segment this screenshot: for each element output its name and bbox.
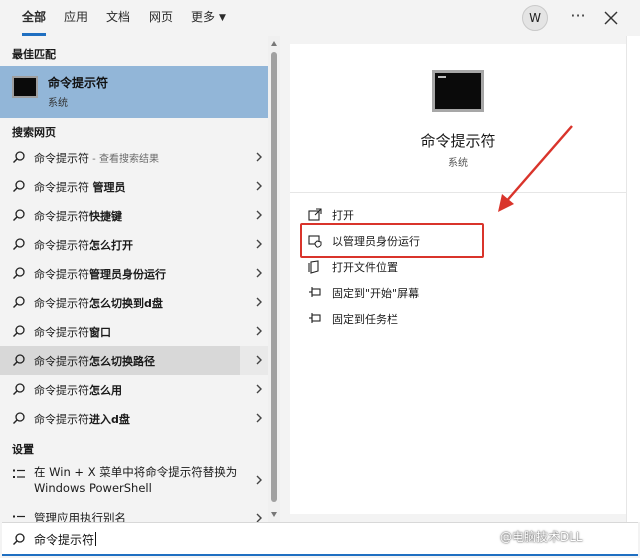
web-result-item[interactable]: 命令提示符进入d盘 [0,404,268,433]
action-open-file-location[interactable]: 打开文件位置 [306,255,606,279]
search-icon [13,296,25,308]
search-icon [13,383,25,395]
preview-pane: 命令提示符 系统 打开 以管理员身份运行 打开文件位置 固定到"开始"屏幕 固定… [290,44,626,514]
best-match-heading: 最佳匹配 [12,48,56,61]
web-result-item[interactable]: 命令提示符快捷键 [0,201,268,230]
chevron-right-icon[interactable] [254,474,264,486]
tab-documents[interactable]: 文档 [106,0,130,36]
settings-heading: 设置 [12,443,34,456]
tab-more[interactable]: 更多 ▼ [191,0,226,36]
web-result-item[interactable]: 命令提示符怎么用 [0,375,268,404]
web-result-item[interactable]: 命令提示符管理员身份运行 [0,259,268,288]
search-icon [13,180,25,192]
web-result-label: 命令提示符进入d盘 [34,413,130,426]
chevron-right-icon[interactable] [254,180,264,192]
search-icon [13,412,25,424]
chevron-right-icon[interactable] [254,512,264,522]
search-icon [13,151,25,163]
scroll-down-icon[interactable] [270,510,278,518]
web-result-label: 命令提示符快捷键 [34,210,122,223]
best-match-type: 系统 [48,98,68,109]
more-options-icon[interactable]: ··· [566,4,590,30]
search-icon [13,354,25,366]
chevron-right-icon[interactable] [254,325,264,337]
web-result-label: 命令提示符怎么切换路径 [34,355,155,368]
action-open-label: 打开 [332,209,354,222]
open-icon [308,208,322,221]
chevron-right-icon[interactable] [254,412,264,424]
search-icon [13,238,25,250]
chevron-down-icon: ▼ [219,13,226,23]
search-window: 全部 应用 文档 网页 更多 ▼ W ··· 最佳匹配 命令提示符 系统 搜索网页… [0,0,640,558]
web-result-item[interactable]: 命令提示符怎么切换到d盘 [0,288,268,317]
tab-all[interactable]: 全部 [22,0,47,36]
setting-item[interactable]: 管理应用执行别名 [0,506,268,522]
best-match-name: 命令提示符 [48,76,109,90]
web-result-label: 命令提示符 - 查看搜索结果 [34,152,159,165]
search-icon [13,325,25,337]
text-caret [95,532,97,546]
chevron-right-icon[interactable] [254,209,264,221]
scroll-thumb[interactable] [271,52,277,502]
chevron-right-icon[interactable] [254,238,264,250]
setting-item[interactable]: 在 Win + X 菜单中将命令提示符替换为 Windows PowerShel… [0,460,268,500]
chevron-right-icon[interactable] [254,383,264,395]
search-icon [13,267,25,279]
web-result-label: 命令提示符怎么用 [34,384,122,397]
best-match-item[interactable]: 命令提示符 系统 [0,66,268,118]
tab-apps[interactable]: 应用 [64,0,88,36]
chevron-right-icon[interactable] [254,267,264,279]
search-query: 命令提示符 [34,533,95,547]
annotation-arrow-icon [498,125,573,212]
top-tab-bar: 全部 应用 文档 网页 更多 ▼ W ··· [0,0,640,36]
web-result-item[interactable]: 命令提示符 管理员 [0,172,268,201]
terminal-icon [432,70,484,112]
web-result-item[interactable]: 命令提示符窗口 [0,317,268,346]
action-open-file-location-label: 打开文件位置 [332,261,398,274]
search-icon [13,209,25,221]
web-result-item[interactable]: 命令提示符怎么打开 [0,230,268,259]
background-window-edge [626,36,640,522]
watermark: @电脑技术DLL [500,530,583,544]
tab-more-label: 更多 [191,10,216,24]
chevron-right-icon[interactable] [254,151,264,163]
web-result-label: 命令提示符怎么切换到d盘 [34,297,163,310]
web-result-label: 命令提示符怎么打开 [34,239,133,252]
chevron-right-icon[interactable] [254,354,264,366]
pin-icon [309,287,321,297]
results-pane: 最佳匹配 命令提示符 系统 搜索网页 命令提示符 - 查看搜索结果 命令提示符 … [0,36,280,522]
terminal-icon [12,76,38,98]
tab-web[interactable]: 网页 [149,0,173,36]
annotation-highlight-box [300,223,484,258]
list-settings-icon [13,469,25,478]
action-pin-to-start[interactable]: 固定到"开始"屏幕 [306,281,606,305]
results-scrollbar[interactable] [268,36,280,522]
web-result-item[interactable]: 命令提示符怎么切换路径 [0,346,268,375]
setting-label: 在 Win + X 菜单中将命令提示符替换为 Windows PowerShel… [34,465,238,495]
action-pin-to-taskbar[interactable]: 固定到任务栏 [306,307,606,331]
action-pin-to-taskbar-label: 固定到任务栏 [332,313,398,326]
web-search-heading: 搜索网页 [12,126,56,139]
folder-icon [308,260,319,274]
pin-icon [309,313,321,323]
action-pin-to-start-label: 固定到"开始"屏幕 [332,287,420,300]
search-icon [13,533,25,545]
web-result-item[interactable]: 命令提示符 - 查看搜索结果 [0,143,268,172]
list-settings-icon [13,515,25,518]
setting-label: 管理应用执行别名 [34,511,126,522]
search-input[interactable]: 命令提示符 [34,531,97,548]
web-result-label: 命令提示符 管理员 [34,181,126,194]
avatar[interactable]: W [522,5,548,31]
chevron-right-icon[interactable] [254,296,264,308]
close-icon[interactable] [599,6,623,30]
web-result-label: 命令提示符窗口 [34,326,111,339]
web-result-label: 命令提示符管理员身份运行 [34,268,166,281]
scroll-up-icon[interactable] [270,40,278,48]
